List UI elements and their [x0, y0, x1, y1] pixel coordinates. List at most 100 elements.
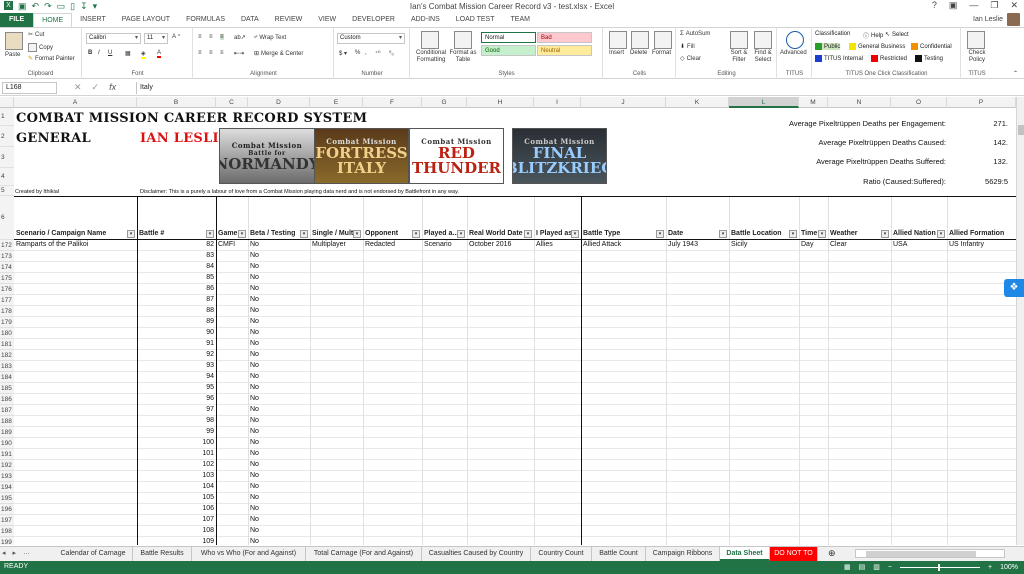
data-cell[interactable]: No [250, 240, 308, 250]
font-color-icon[interactable]: A [157, 50, 162, 58]
beta-cell[interactable]: No [250, 361, 306, 371]
battle-number-cell[interactable]: 83 [139, 251, 214, 261]
row-header[interactable]: 173 [0, 251, 14, 262]
insert-function-icon[interactable]: fx [109, 82, 116, 93]
vertical-scrollbar[interactable] [1016, 97, 1024, 545]
titus-help-button[interactable]: ⓘ Help [863, 31, 883, 41]
battle-number-cell[interactable]: 97 [139, 405, 214, 415]
beta-cell[interactable]: No [250, 526, 306, 536]
beta-cell[interactable]: No [250, 460, 306, 470]
row-header[interactable]: 5 [0, 186, 14, 196]
beta-cell[interactable]: No [250, 339, 306, 349]
delete-cells-button[interactable]: Delete [630, 50, 647, 56]
close-icon[interactable]: ✕ [1010, 0, 1018, 11]
select-all-corner[interactable] [0, 97, 14, 108]
row-header[interactable]: 199 [0, 537, 14, 545]
find-select-icon[interactable] [754, 31, 772, 49]
font-name-dropdown[interactable]: Calibri [86, 33, 141, 44]
class-confidential-button[interactable]: Confidential [911, 43, 952, 50]
row-header[interactable]: 190 [0, 438, 14, 449]
column-header[interactable]: I [534, 97, 581, 108]
paste-icon[interactable] [5, 32, 23, 50]
sheet-tab[interactable]: Campaign Ribbons [646, 547, 720, 561]
column-header[interactable]: K [666, 97, 729, 108]
tab-page-layout[interactable]: PAGE LAYOUT [114, 13, 178, 27]
zoom-in-icon[interactable]: + [988, 564, 992, 571]
row-header[interactable]: 3 [0, 147, 14, 168]
beta-cell[interactable]: No [250, 394, 306, 404]
row-header[interactable]: 176 [0, 284, 14, 295]
beta-cell[interactable]: No [250, 350, 306, 360]
check-policy-button[interactable]: Check Policy [963, 50, 991, 64]
battle-number-cell[interactable]: 95 [139, 383, 214, 393]
filter-dropdown-icon[interactable]: ▾ [457, 230, 465, 238]
sheet-tab[interactable]: Who vs Who (For and Against) [192, 547, 306, 561]
font-size-dropdown[interactable]: 11 [144, 33, 168, 44]
more-sheets-icon[interactable]: … [23, 549, 30, 557]
row-header[interactable]: 185 [0, 383, 14, 394]
horizontal-scroll-thumb[interactable] [866, 551, 976, 557]
column-header[interactable]: L [729, 97, 799, 108]
sheet-tab[interactable]: Total Carnage (For and Against) [306, 547, 422, 561]
row-header[interactable]: 197 [0, 515, 14, 526]
copy-button[interactable]: Copy [28, 43, 53, 52]
battle-number-cell[interactable]: 88 [139, 306, 214, 316]
conditional-formatting-button[interactable]: Conditional Formatting [412, 50, 450, 64]
class-public-button[interactable]: Public [815, 43, 841, 50]
tab-home[interactable]: HOME [33, 12, 73, 28]
tab-developer[interactable]: DEVELOPER [344, 13, 403, 27]
insert-cells-button[interactable]: Insert [609, 50, 624, 56]
sheet-tab[interactable]: Casualties Caused by Country [422, 547, 531, 561]
align-center-icon[interactable]: ≡ [209, 50, 213, 56]
sheet-tab[interactable]: Calendar of Carnage [54, 547, 133, 561]
tab-data[interactable]: DATA [233, 13, 267, 27]
italic-button[interactable]: I [98, 50, 100, 56]
format-as-table-icon[interactable] [454, 31, 472, 49]
row-header[interactable]: 6 [0, 196, 14, 240]
beta-cell[interactable]: No [250, 284, 306, 294]
worksheet-grid[interactable]: ABCDEFGHIJKLMNOP 1 2 3 4 5 6 172 173 174 175 176 17… [0, 97, 1016, 545]
align-left-icon[interactable]: ≡ [198, 50, 202, 56]
battle-number-cell[interactable]: 106 [139, 504, 214, 514]
data-cell[interactable]: Allied Attack [583, 240, 664, 250]
insert-cells-icon[interactable] [609, 31, 627, 49]
filter-dropdown-icon[interactable]: ▾ [353, 230, 361, 238]
data-cell[interactable]: Allies [536, 240, 579, 250]
beta-cell[interactable]: No [250, 306, 306, 316]
row-header[interactable]: 177 [0, 295, 14, 306]
filter-dropdown-icon[interactable]: ▾ [881, 230, 889, 238]
enter-icon[interactable]: ✓ [92, 82, 100, 93]
beta-cell[interactable]: No [250, 438, 306, 448]
battle-number-cell[interactable]: 91 [139, 339, 214, 349]
filter-dropdown-icon[interactable]: ▾ [524, 230, 532, 238]
beta-cell[interactable]: No [250, 416, 306, 426]
column-header[interactable]: J [581, 97, 666, 108]
comma-icon[interactable]: , [365, 50, 367, 56]
titus-select-button[interactable]: ↖ Select [885, 31, 909, 39]
filter-dropdown-icon[interactable]: ▾ [789, 230, 797, 238]
battle-number-cell[interactable]: 99 [139, 427, 214, 437]
find-select-button[interactable]: Find & Select [751, 50, 775, 64]
beta-cell[interactable]: No [250, 471, 306, 481]
increase-decimal-icon[interactable]: ⁺⁰ [375, 50, 381, 57]
beta-cell[interactable]: No [250, 537, 306, 545]
battle-number-cell[interactable]: 104 [139, 482, 214, 492]
style-normal[interactable]: Normal [481, 32, 536, 43]
beta-cell[interactable]: No [250, 405, 306, 415]
tab-view[interactable]: VIEW [310, 13, 344, 27]
tab-review[interactable]: REVIEW [267, 13, 311, 27]
battle-number-cell[interactable]: 90 [139, 328, 214, 338]
filter-dropdown-icon[interactable]: ▾ [412, 230, 420, 238]
vertical-scroll-thumb[interactable] [1018, 125, 1024, 135]
row-header[interactable]: 1 [0, 108, 14, 126]
filter-dropdown-icon[interactable]: ▾ [571, 230, 579, 238]
battle-number-cell[interactable]: 105 [139, 493, 214, 503]
battle-number-cell[interactable]: 103 [139, 471, 214, 481]
cut-button[interactable]: ✂ Cut [28, 31, 44, 39]
horizontal-scrollbar[interactable] [855, 549, 1005, 558]
sheet-tab[interactable]: Battle Count [592, 547, 646, 561]
align-bottom-icon[interactable]: ≡ [220, 34, 224, 40]
battle-number-cell[interactable]: 94 [139, 372, 214, 382]
data-cell[interactable]: US Infantry [949, 240, 1014, 250]
data-cell[interactable]: Scenario [424, 240, 465, 250]
